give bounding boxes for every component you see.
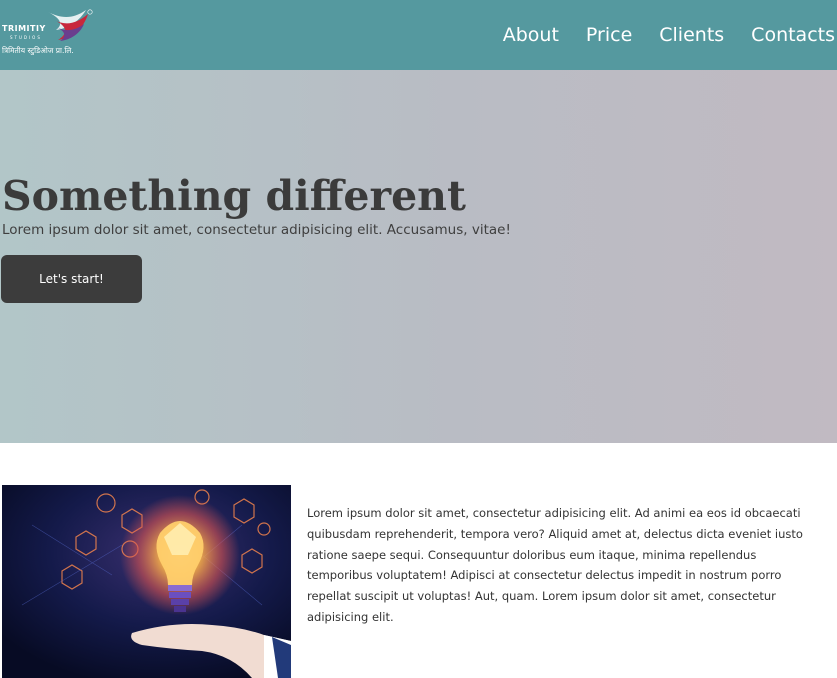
nav-link-price[interactable]: Price (586, 24, 632, 46)
main-nav: About Price Clients Contacts (503, 0, 835, 70)
logo-wordmark: TRIMITIY (2, 24, 46, 33)
nav-link-contacts[interactable]: Contacts (751, 24, 835, 46)
content-section: Lorem ipsum dolor sit amet, consectetur … (0, 443, 837, 678)
brand-logo[interactable]: TRIMITIY STUDIOS त्रिमितीय स्टुडिओज प्रा… (2, 6, 102, 61)
site-header: TRIMITIY STUDIOS त्रिमितीय स्टुडिओज प्रा… (0, 0, 837, 70)
hero-section: Something different Lorem ipsum dolor si… (0, 70, 837, 443)
logo-hindi-text: त्रिमितीय स्टुडिओज प्रा.लि. (2, 46, 74, 55)
hero-subtitle: Lorem ipsum dolor sit amet, consectetur … (2, 222, 511, 238)
hero-title: Something different (2, 172, 466, 220)
body-paragraph: Lorem ipsum dolor sit amet, consectetur … (307, 506, 803, 624)
nav-link-about[interactable]: About (503, 24, 559, 46)
lets-start-button[interactable]: Let's start! (1, 255, 142, 303)
logo-swoosh-icon (48, 9, 93, 41)
nav-link-clients[interactable]: Clients (659, 24, 724, 46)
lightbulb-in-hand-icon (2, 485, 291, 678)
logo-subtitle: STUDIOS (10, 35, 42, 40)
